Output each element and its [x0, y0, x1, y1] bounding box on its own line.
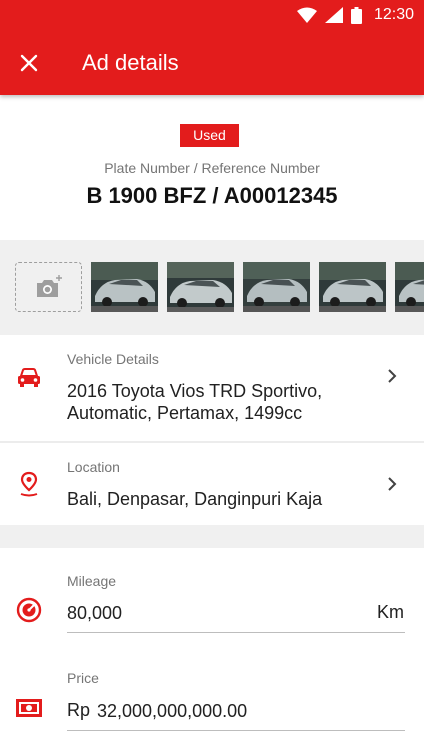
vehicle-details-row[interactable]: Vehicle Details 2016 Toyota Vios TRD Spo… [0, 335, 424, 441]
car-photo-thumbnail[interactable] [167, 262, 234, 312]
close-icon [20, 54, 38, 71]
add-camera-icon [36, 275, 62, 297]
status-time: 12:30 [373, 6, 414, 23]
car-photo-thumbnail[interactable] [395, 262, 424, 312]
price-label: Price [67, 670, 99, 686]
top-bar: 12:30 Ad details [0, 0, 424, 95]
wifi-icon [296, 7, 317, 23]
car-photo-thumbnail[interactable] [243, 262, 310, 312]
plate-label: Plate Number / Reference Number [104, 160, 320, 176]
mileage-underline [67, 632, 405, 633]
plate-number: B 1900 BFZ / A00012345 [86, 183, 338, 208]
app-bar: Ad details [0, 30, 424, 95]
vehicle-details-label: Vehicle Details [67, 351, 159, 367]
cash-icon [16, 695, 42, 721]
price-field[interactable]: Price Rp 32,000,000,000.00 [0, 645, 424, 743]
chevron-right-icon [388, 477, 397, 491]
mileage-value[interactable]: 80,000 [67, 602, 374, 624]
section-gap [0, 525, 424, 548]
mileage-unit: Km [377, 602, 404, 622]
add-photo-button[interactable] [15, 262, 82, 312]
photo-strip[interactable] [0, 240, 424, 335]
car-photo-thumbnail[interactable] [91, 262, 158, 312]
chevron-right-icon [388, 369, 397, 383]
location-value: Bali, Denpasar, Danginpuri Kaja [67, 489, 323, 509]
vehicle-details-value: 2016 Toyota Vios TRD Sportivo, Automatic… [67, 381, 323, 423]
car-photo-thumbnail[interactable] [319, 262, 386, 312]
status-bar: 12:30 [0, 0, 424, 30]
battery-icon [350, 6, 362, 24]
speedometer-icon [16, 597, 42, 623]
location-pin-icon [16, 471, 42, 497]
page-title: Ad details [82, 49, 179, 75]
mileage-label: Mileage [67, 573, 117, 589]
mileage-field[interactable]: Mileage 80,000 Km [0, 548, 424, 645]
signal-icon [324, 7, 343, 23]
condition-badge: Used [180, 124, 239, 147]
price-underline [67, 730, 405, 731]
price-currency: Rp [67, 700, 91, 720]
location-row[interactable]: Location Bali, Denpasar, Danginpuri Kaja [0, 443, 424, 525]
ad-header: Used Plate Number / Reference Number B 1… [0, 95, 424, 240]
location-label: Location [67, 459, 120, 475]
price-value[interactable]: 32,000,000,000.00 [97, 700, 374, 722]
car-icon [16, 365, 42, 391]
close-button[interactable] [0, 35, 58, 91]
